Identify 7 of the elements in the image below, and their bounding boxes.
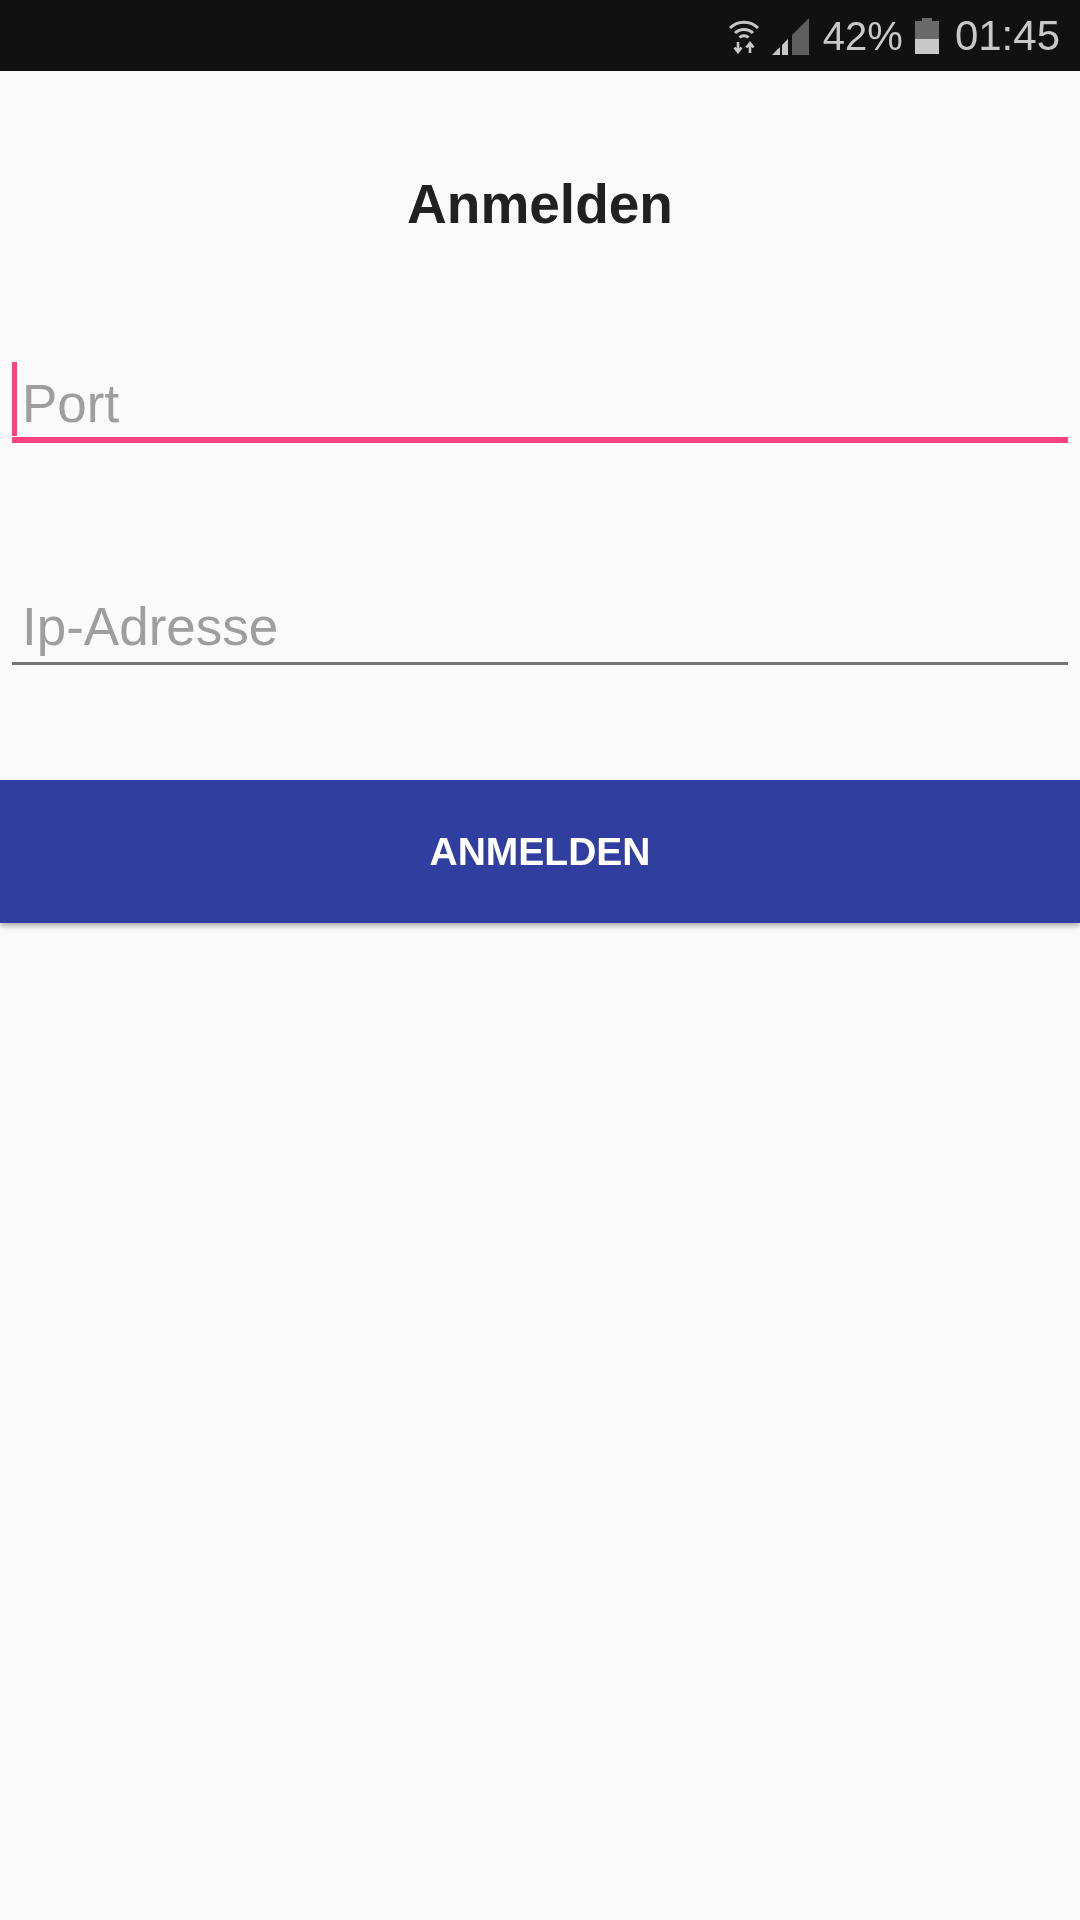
screen-title: Anmelden xyxy=(406,172,674,237)
battery-percentage: 42% xyxy=(822,12,903,59)
login-button[interactable]: ANMELDEN xyxy=(0,780,1080,923)
clock-time: 01:45 xyxy=(954,12,1060,59)
signal-icon xyxy=(771,18,809,55)
battery-icon xyxy=(914,17,939,54)
text-input-field[interactable]: Ip-Adresse xyxy=(12,577,1068,665)
